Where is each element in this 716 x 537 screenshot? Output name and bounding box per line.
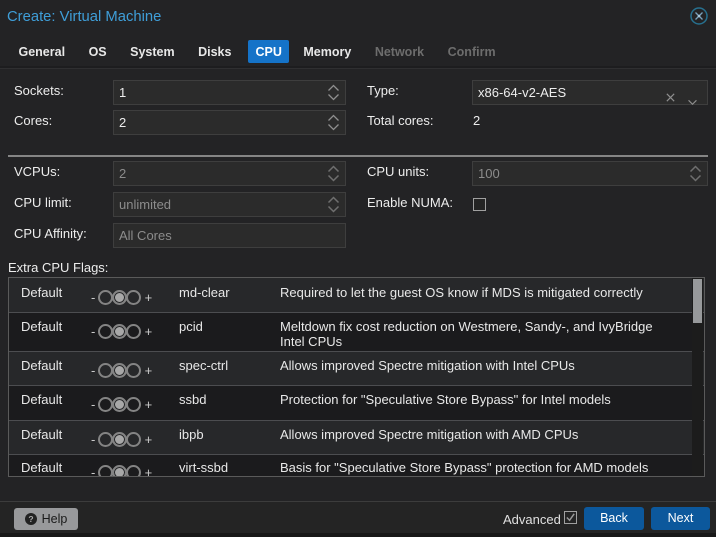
svg-text:?: ?: [28, 514, 33, 524]
